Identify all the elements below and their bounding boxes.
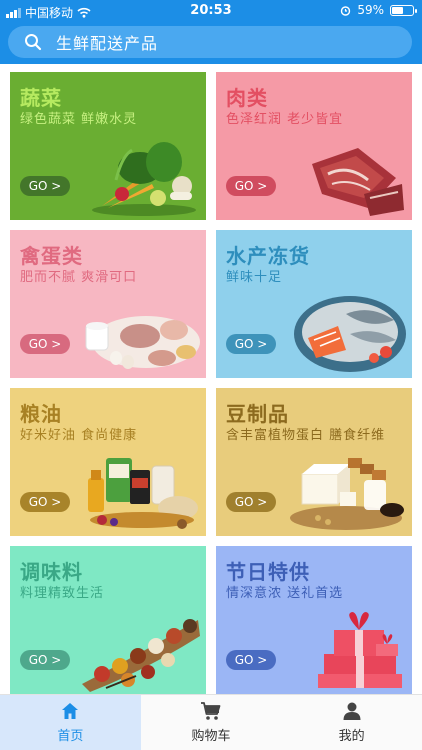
- tab-label: 购物车: [191, 729, 231, 744]
- go-button[interactable]: GO >: [226, 650, 276, 670]
- category-subtitle: 料理精致生活: [20, 586, 105, 601]
- category-card-grain-oil[interactable]: 粮油 好米好油 食尚健康 GO >: [10, 388, 206, 536]
- category-title: 禽蛋类: [20, 244, 83, 268]
- category-card-soy-products[interactable]: 豆制品 含丰富植物蛋白 膳食纤维 GO >: [216, 388, 412, 536]
- category-card-holiday-specials[interactable]: 节日特供 情深意浓 送礼首选 GO >: [216, 546, 412, 694]
- go-button[interactable]: GO >: [226, 176, 276, 196]
- cart-icon: [201, 702, 221, 720]
- category-card-seasonings[interactable]: 调味料 料理精致生活 GO >: [10, 546, 206, 694]
- category-title: 肉类: [226, 86, 268, 110]
- go-button[interactable]: GO >: [20, 176, 70, 196]
- soy-products-image: [290, 458, 404, 530]
- gift-boxes-image: [318, 612, 402, 688]
- category-title: 粮油: [20, 402, 62, 426]
- category-title: 蔬菜: [20, 86, 62, 110]
- tab-profile[interactable]: 我的: [281, 695, 422, 750]
- category-subtitle: 情深意浓 送礼首选: [226, 586, 344, 601]
- poultry-eggs-image: [85, 316, 200, 369]
- tab-label: 首页: [57, 729, 84, 744]
- category-subtitle: 好米好油 食尚健康: [20, 428, 138, 443]
- category-subtitle: 绿色蔬菜 鲜嫩水灵: [20, 112, 138, 127]
- meat-image: [312, 148, 404, 216]
- category-title: 节日特供: [226, 560, 310, 584]
- category-grid: 蔬菜 绿色蔬菜 鲜嫩水灵 GO > 肉类 色泽红润 老少皆宜 GO > 禽蛋类 …: [0, 64, 422, 694]
- go-button[interactable]: GO >: [226, 334, 276, 354]
- category-subtitle: 含丰富植物蛋白 膳食纤维: [226, 428, 386, 443]
- tab-home[interactable]: 首页: [0, 695, 141, 750]
- go-button[interactable]: GO >: [20, 492, 70, 512]
- tab-label: 我的: [338, 729, 365, 744]
- category-card-vegetables[interactable]: 蔬菜 绿色蔬菜 鲜嫩水灵 GO >: [10, 72, 206, 220]
- category-card-poultry-eggs[interactable]: 禽蛋类 肥而不腻 爽滑可口 GO >: [10, 230, 206, 378]
- user-icon: [343, 702, 361, 720]
- category-card-meat[interactable]: 肉类 色泽红润 老少皆宜 GO >: [216, 72, 412, 220]
- tab-cart[interactable]: 购物车: [141, 695, 282, 750]
- grain-oil-image: [88, 458, 198, 529]
- category-card-seafood-frozen[interactable]: 水产冻货 鲜味十足 GO >: [216, 230, 412, 378]
- search-icon: [25, 34, 42, 51]
- category-title: 豆制品: [226, 402, 289, 426]
- status-bar: 中国移动 20:53 59%: [0, 0, 422, 22]
- category-subtitle: 鲜味十足: [226, 270, 283, 285]
- alarm-icon: [341, 5, 351, 16]
- vegetables-image: [92, 142, 196, 216]
- search-bar[interactable]: 生鲜配送产品: [8, 26, 412, 58]
- category-title: 水产冻货: [226, 244, 310, 268]
- go-button[interactable]: GO >: [20, 334, 70, 354]
- status-right: 59%: [340, 3, 417, 17]
- home-icon: [62, 703, 79, 719]
- seafood-image: [294, 296, 406, 372]
- battery-percent: 59%: [357, 3, 384, 17]
- search-label: 生鲜配送产品: [56, 34, 159, 53]
- category-subtitle: 色泽红润 老少皆宜: [226, 112, 344, 127]
- category-subtitle: 肥而不腻 爽滑可口: [20, 270, 138, 285]
- category-title: 调味料: [20, 560, 83, 584]
- battery-icon: [390, 4, 417, 16]
- go-button[interactable]: GO >: [20, 650, 70, 670]
- tab-bar: 首页 购物车 我的: [0, 694, 422, 750]
- go-button[interactable]: GO >: [226, 492, 276, 512]
- header: 生鲜配送产品: [0, 22, 422, 64]
- seasonings-image: [82, 619, 200, 692]
